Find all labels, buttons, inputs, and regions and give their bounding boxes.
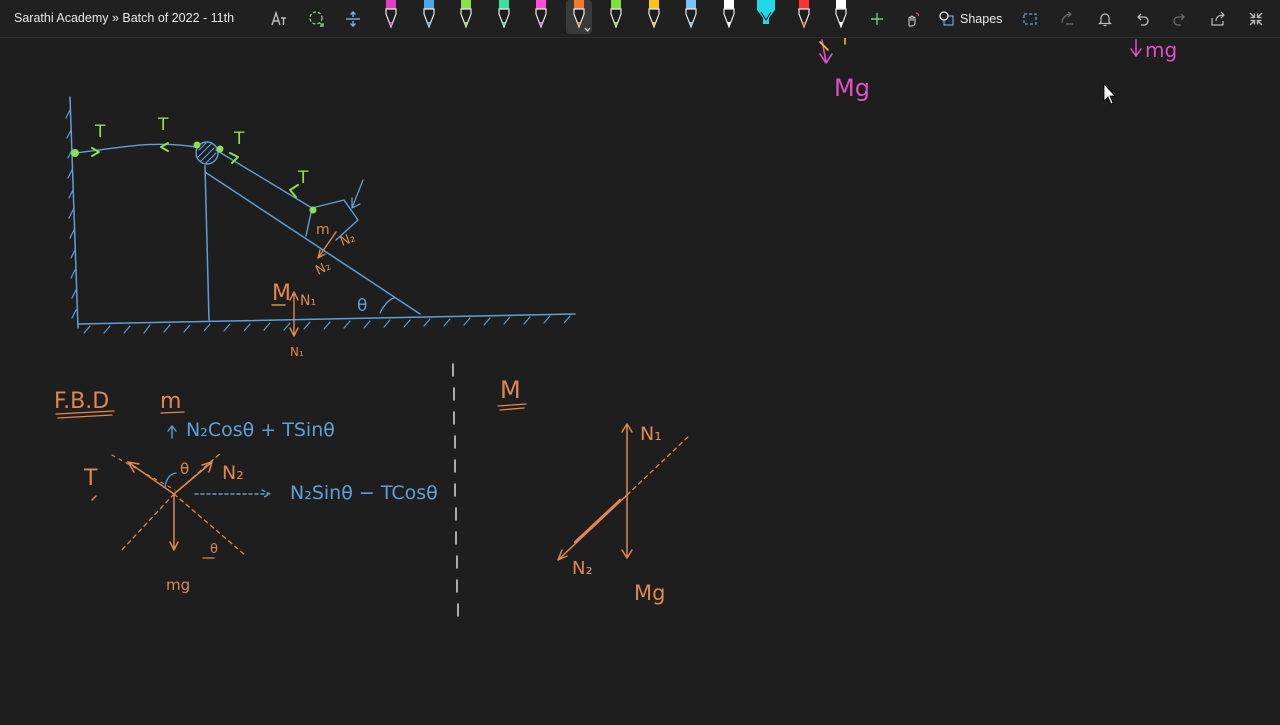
label-tension-4: T <box>297 168 309 188</box>
top-toolbar: Sarathi Academy » Batch of 2022 - 11th S… <box>0 0 1280 38</box>
label-n1-wedge: N₁ <box>300 293 316 309</box>
label-fbd-M: M <box>500 376 521 404</box>
pen-icon <box>835 0 847 29</box>
label-fbd-T: T <box>83 466 98 491</box>
pen-icon <box>535 0 547 29</box>
label-fbd-title: F.B.D <box>54 389 109 414</box>
label-fbd-horizontal-eq: N₂Sinθ − TCosθ <box>290 482 438 504</box>
label-mg-top-left: Mg <box>834 74 870 102</box>
label-fbd-theta: θ <box>180 460 189 478</box>
add-space-icon <box>346 11 360 27</box>
pen-icon <box>797 0 810 29</box>
collapse-icon <box>1249 12 1263 26</box>
ink-replay-icon <box>1061 11 1073 25</box>
pen-10-button[interactable] <box>716 0 742 34</box>
redo-icon <box>1173 13 1185 26</box>
pen-11-button[interactable] <box>753 0 779 34</box>
shapes-label: Shapes <box>960 12 1003 26</box>
chevron-down-icon <box>584 27 590 32</box>
section-divider <box>452 363 459 617</box>
label-fbd-M-N1: N₁ <box>640 423 662 445</box>
label-fbd-theta-2: θ <box>210 542 218 557</box>
plus-icon <box>871 13 883 25</box>
pen-icon <box>422 0 435 29</box>
top-mg-arrows <box>819 37 1142 64</box>
pen-icon <box>385 0 397 29</box>
label-fbd-m: m <box>160 389 181 414</box>
pen-5-button[interactable] <box>528 0 554 34</box>
add-space-button[interactable] <box>339 5 367 33</box>
label-fbd-M-N2: N₂ <box>572 558 593 579</box>
label-wedge-M: M <box>272 281 291 306</box>
exit-fullscreen-button[interactable] <box>1242 5 1270 33</box>
shapes-button[interactable]: Shapes <box>938 7 1002 31</box>
pen-3-button[interactable] <box>453 0 479 34</box>
redo-button[interactable] <box>1166 5 1194 33</box>
notebook-title: Sarathi Academy » Batch of 2022 - 11th <box>14 11 235 25</box>
bell-icon <box>1098 13 1112 27</box>
label-fbd-vertical-eq: N₂Cosθ + TSinθ <box>186 419 335 441</box>
pen-icon <box>497 0 510 29</box>
label-fbd-N2: N₂ <box>222 462 244 484</box>
ink-layer: Mg mg θ T T T T m N₂ N₂ M N₁ N₁ F.B.D m … <box>54 37 1177 617</box>
undo-icon <box>1137 13 1149 26</box>
label-n2-incline: N₂ <box>338 231 357 250</box>
fbd-wedge-forces <box>557 423 691 561</box>
pen-2-button[interactable] <box>416 0 442 34</box>
label-fbd-mg: mg <box>166 576 190 594</box>
label-theta-wedge: θ <box>357 296 367 316</box>
highlighter-icon <box>757 0 775 24</box>
pen-12-button[interactable] <box>791 0 817 34</box>
insert-space-button[interactable] <box>1016 5 1044 33</box>
touch-drawing-button[interactable] <box>898 5 926 33</box>
tension-arrows <box>71 141 317 214</box>
pen-7-button[interactable] <box>603 0 629 34</box>
mouse-cursor-icon <box>1103 82 1116 105</box>
pen-13-button[interactable] <box>828 0 854 34</box>
label-tension-3: T <box>233 129 245 149</box>
pen-icon <box>685 0 697 29</box>
shapes-icon <box>939 11 954 26</box>
touch-drawing-icon <box>908 12 919 27</box>
share-icon <box>1211 11 1225 26</box>
label-block-m: m <box>316 222 330 238</box>
pen-icon <box>572 0 590 32</box>
share-button[interactable] <box>1204 5 1232 33</box>
ink-to-text-icon <box>271 10 286 26</box>
label-tension-1: T <box>94 122 106 142</box>
pen-icon <box>722 0 735 29</box>
pen-1-button[interactable] <box>378 0 404 34</box>
undo-button[interactable] <box>1128 5 1156 33</box>
label-fbd-M-Mg: Mg <box>634 581 665 605</box>
add-pen-button[interactable] <box>863 5 891 33</box>
label-mg-top-right: mg <box>1145 38 1177 62</box>
notifications-button[interactable] <box>1091 5 1119 33</box>
wedge-diagram <box>65 96 576 334</box>
convert-shape-icon <box>1023 13 1037 25</box>
ink-replay-button[interactable] <box>1053 5 1081 33</box>
lasso-select-button[interactable] <box>302 5 330 33</box>
pen-6-button[interactable] <box>565 0 592 34</box>
label-tension-2: T <box>157 115 169 135</box>
pen-8-button[interactable] <box>641 0 667 34</box>
label-n1-below: N₁ <box>290 345 304 359</box>
pen-4-button[interactable] <box>491 0 517 34</box>
pen-icon <box>460 0 472 29</box>
pen-icon <box>610 0 622 29</box>
pen-icon <box>647 0 660 29</box>
ink-to-text-button[interactable] <box>264 5 292 33</box>
label-n2-incline-2: N₂ <box>313 259 333 279</box>
whiteboard-canvas[interactable]: Mg mg θ T T T T m N₂ N₂ M N₁ N₁ F.B.D m … <box>0 37 1280 720</box>
lasso-icon <box>309 11 324 27</box>
pen-9-button[interactable] <box>678 0 704 34</box>
